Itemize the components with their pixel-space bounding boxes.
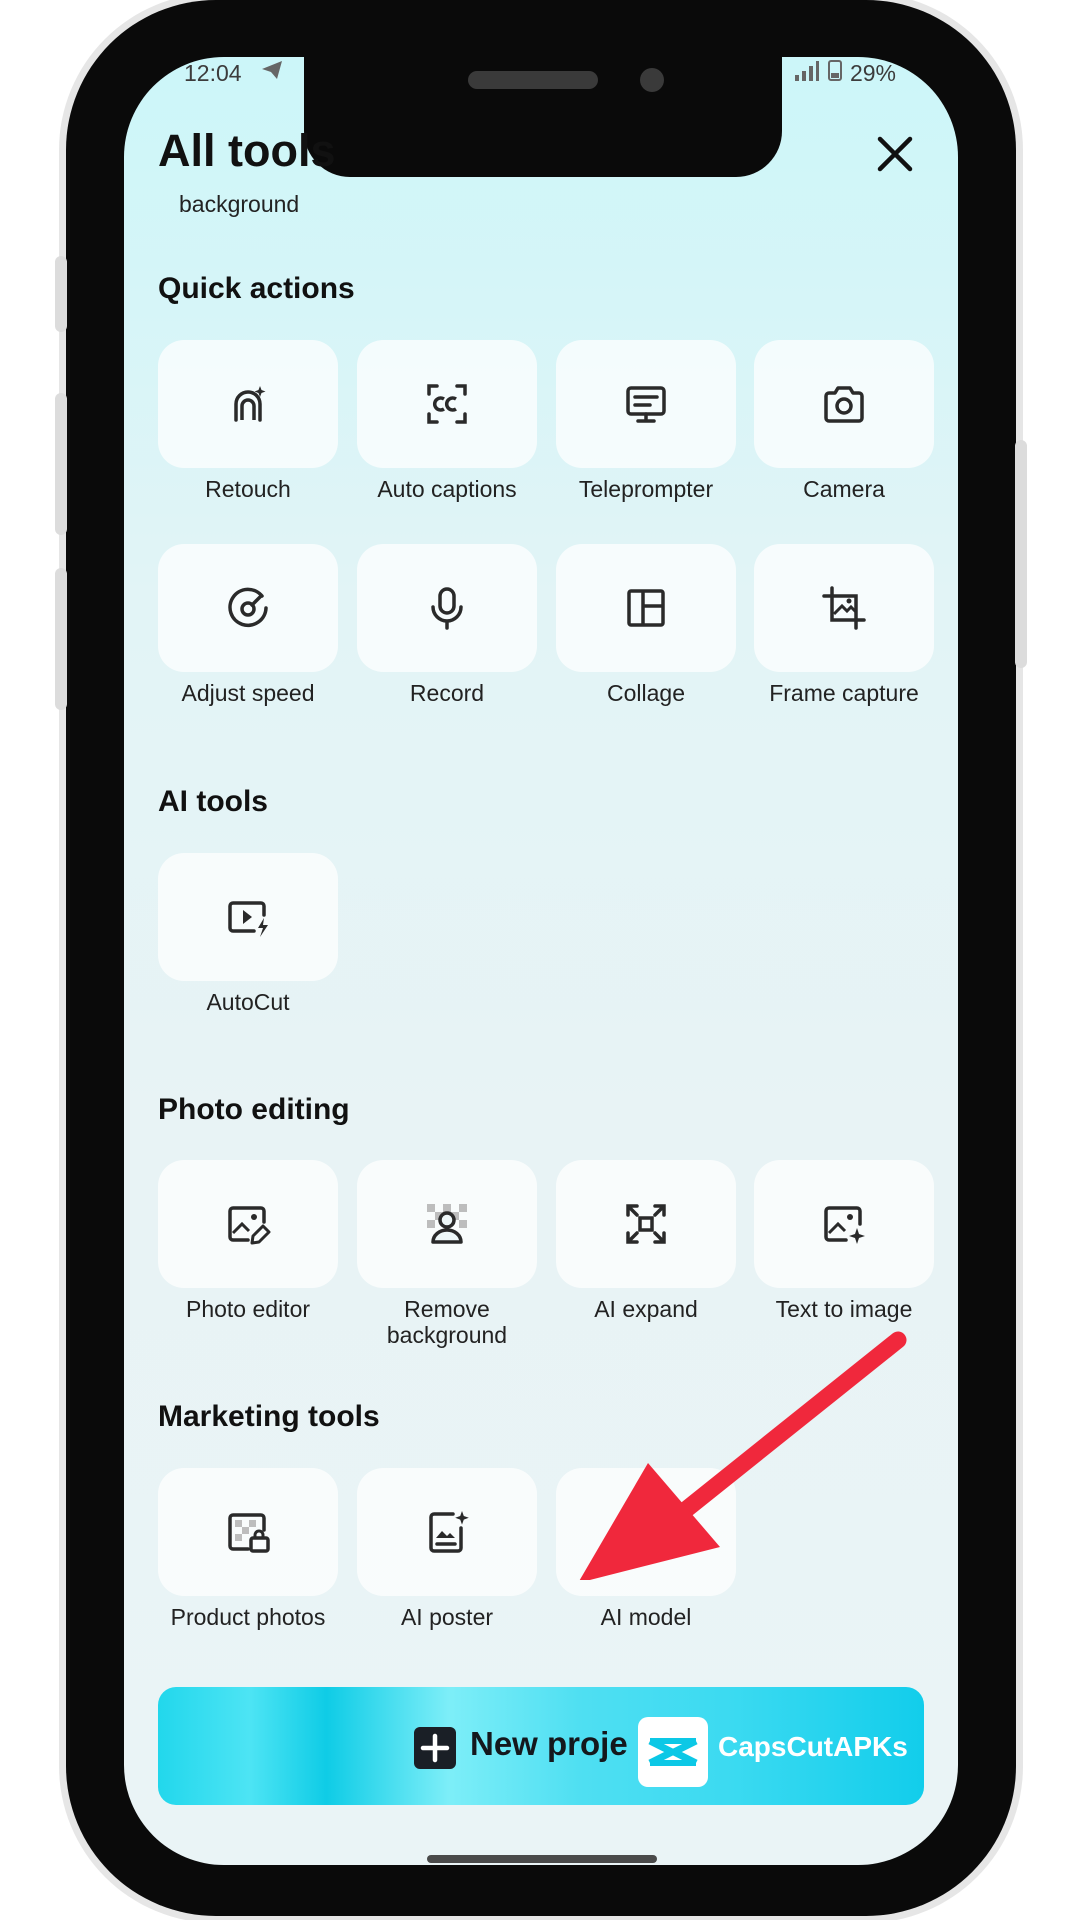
plus-icon bbox=[414, 1727, 456, 1769]
autocut-icon bbox=[228, 901, 268, 937]
pointer-arrow-icon bbox=[579, 1331, 907, 1580]
tool-label: AI expand bbox=[594, 1296, 698, 1322]
tool-label: Text to image bbox=[775, 1296, 913, 1322]
app-screen: 12:04 29% All tools background Quick act… bbox=[124, 57, 958, 1865]
tool-text-to-image[interactable]: Text to image bbox=[754, 1160, 934, 1322]
product-photos-icon bbox=[228, 1513, 270, 1553]
power-button bbox=[1015, 440, 1027, 668]
tool-label: Camera bbox=[803, 476, 885, 502]
volume-up-button bbox=[55, 393, 67, 535]
partial-label: background bbox=[179, 191, 300, 217]
tool-label: Remove background bbox=[386, 1296, 508, 1348]
new-project-button[interactable]: New proje CapsCutAPKs bbox=[158, 1687, 924, 1805]
captions-icon bbox=[427, 384, 467, 424]
crop-icon bbox=[822, 586, 866, 630]
tool-camera[interactable]: Camera bbox=[754, 340, 934, 502]
section-title-marketing-tools: Marketing tools bbox=[158, 1400, 380, 1433]
speaker bbox=[468, 71, 598, 89]
section-title-photo-editing: Photo editing bbox=[158, 1093, 350, 1126]
microphone-icon bbox=[431, 587, 463, 630]
section-title-quick-actions: Quick actions bbox=[158, 272, 355, 305]
status-right: 29% bbox=[794, 59, 896, 87]
tool-ai-expand[interactable]: AI expand bbox=[556, 1160, 736, 1322]
close-icon bbox=[877, 136, 913, 172]
tool-label: Record bbox=[409, 680, 485, 706]
photo-edit-icon bbox=[228, 1206, 271, 1245]
tool-ai-poster[interactable]: AI poster bbox=[357, 1468, 537, 1630]
status-left: 12:04 bbox=[184, 59, 284, 87]
send-icon bbox=[260, 59, 284, 87]
notch bbox=[304, 57, 782, 177]
tool-label: Auto captions bbox=[377, 476, 517, 502]
tool-photo-editor[interactable]: Photo editor bbox=[158, 1160, 338, 1322]
tool-collage[interactable]: Collage bbox=[556, 544, 736, 706]
page-title: All tools bbox=[158, 125, 336, 176]
volume-down-button bbox=[55, 568, 67, 710]
poster-icon bbox=[429, 1511, 469, 1553]
tool-auto-captions[interactable]: Auto captions bbox=[357, 340, 537, 502]
tool-record[interactable]: Record bbox=[357, 544, 537, 706]
retouch-icon bbox=[234, 386, 266, 422]
text-to-image-icon bbox=[824, 1206, 865, 1244]
front-camera bbox=[640, 68, 664, 92]
status-time: 12:04 bbox=[184, 59, 242, 86]
tool-label: AI poster bbox=[400, 1604, 494, 1630]
tool-label: Photo editor bbox=[185, 1296, 311, 1322]
tool-remove-background[interactable]: Remove background bbox=[357, 1160, 537, 1348]
tool-label: Product photos bbox=[170, 1604, 326, 1630]
tool-label: Teleprompter bbox=[578, 476, 714, 502]
section-title-ai-tools: AI tools bbox=[158, 785, 268, 818]
tool-label: AutoCut bbox=[206, 989, 290, 1015]
teleprompter-icon bbox=[626, 386, 666, 423]
close-button[interactable] bbox=[870, 129, 920, 179]
speed-icon bbox=[228, 587, 268, 628]
watermark-text: CapsCutAPKs bbox=[718, 1731, 908, 1762]
collage-icon bbox=[627, 589, 665, 627]
tool-label: Collage bbox=[607, 680, 685, 706]
tool-frame-capture[interactable]: Frame capture bbox=[754, 544, 934, 706]
tool-retouch[interactable]: Retouch bbox=[158, 340, 338, 502]
camera-icon bbox=[824, 386, 864, 423]
battery-icon bbox=[827, 59, 842, 87]
tool-label: Frame capture bbox=[769, 680, 919, 706]
home-indicator bbox=[427, 1855, 657, 1863]
tool-autocut[interactable]: AutoCut bbox=[158, 853, 338, 1015]
new-project-label: New proje bbox=[470, 1725, 628, 1762]
tool-teleprompter[interactable]: Teleprompter bbox=[556, 340, 736, 502]
tool-label: AI model bbox=[600, 1604, 692, 1630]
remove-background-icon bbox=[427, 1204, 467, 1244]
tool-product-photos[interactable]: Product photos bbox=[158, 1468, 338, 1630]
signal-icon bbox=[794, 60, 820, 87]
tool-adjust-speed[interactable]: Adjust speed bbox=[158, 544, 338, 706]
silent-switch bbox=[55, 256, 67, 332]
tool-label: Adjust speed bbox=[181, 680, 315, 706]
tool-label: Retouch bbox=[205, 476, 291, 502]
capcut-logo-icon bbox=[638, 1717, 708, 1787]
expand-icon bbox=[626, 1204, 666, 1244]
battery-level: 29% bbox=[849, 59, 896, 86]
